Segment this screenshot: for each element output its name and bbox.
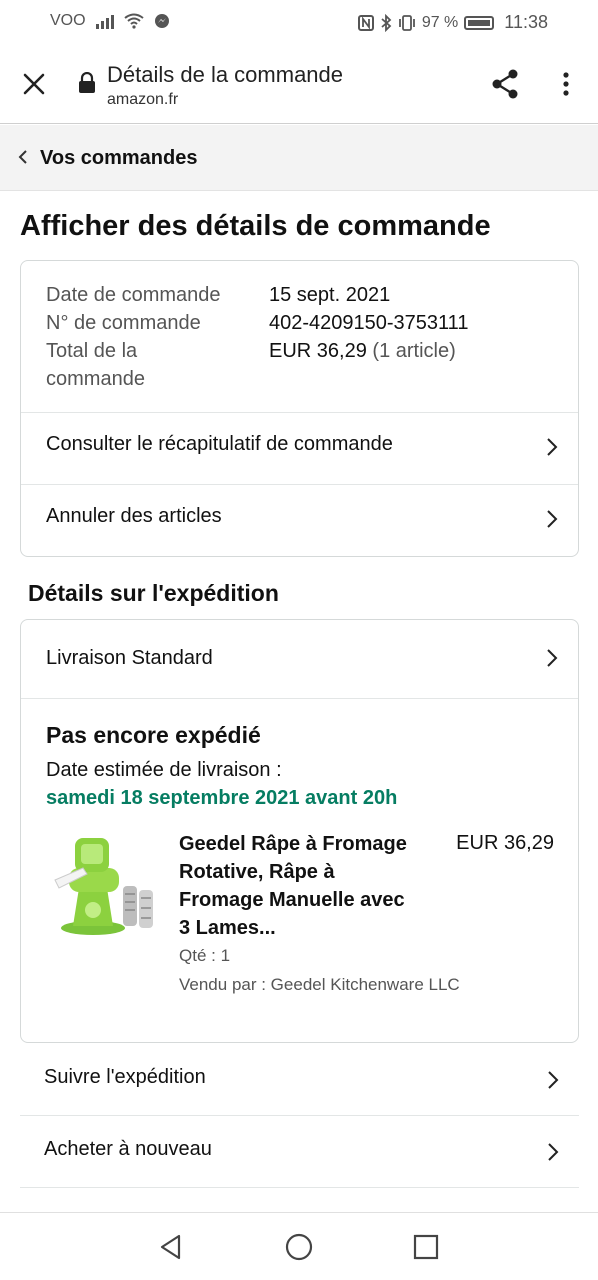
product-title-line: 3 Lames... — [179, 917, 276, 939]
product-price: EUR 36,29 — [456, 832, 554, 854]
nfc-icon — [357, 14, 374, 31]
shipping-method-label: Livraison Standard — [46, 647, 213, 669]
messenger-icon — [154, 14, 169, 28]
divider — [21, 698, 578, 699]
chevron-right-icon — [548, 1143, 559, 1161]
clock: 11:38 — [504, 12, 548, 32]
shipping-method-row[interactable]: Livraison Standard — [21, 620, 578, 698]
status-bar: VOO 97 % 11:38 — [0, 0, 598, 44]
buy-again-row[interactable]: Acheter à nouveau — [20, 1116, 579, 1188]
buy-again-label: Acheter à nouveau — [44, 1138, 212, 1160]
product-seller: Vendu par : Geedel Kitchenware LLC — [179, 975, 460, 994]
track-shipment-row[interactable]: Suivre l'expédition — [20, 1044, 579, 1116]
order-total-label-line1: Total de la — [46, 340, 138, 362]
tab-url: amazon.fr — [107, 91, 179, 108]
battery-percent: 97 % — [421, 13, 459, 31]
view-summary-label: Consulter le récapitulatif de commande — [46, 433, 393, 455]
chevron-right-icon — [547, 438, 558, 456]
product-image[interactable] — [43, 828, 158, 943]
recent-apps-icon[interactable] — [413, 1234, 439, 1260]
custom-tab-header: Détails de la commande amazon.fr — [0, 44, 598, 124]
order-total-value: EUR 36,29 (1 article) — [269, 337, 456, 365]
lock-icon — [79, 72, 95, 93]
more-options-icon[interactable] — [556, 70, 576, 98]
view-summary-row[interactable]: Consulter le récapitulatif de commande — [21, 413, 578, 484]
product-title-line: Rotative, Râpe à — [179, 861, 335, 883]
chevron-right-icon — [548, 1071, 559, 1089]
back-icon[interactable] — [157, 1233, 185, 1261]
order-date-label: Date de commande — [46, 284, 221, 306]
battery-icon — [464, 15, 495, 30]
page-title: Afficher des détails de commande — [20, 210, 491, 242]
cancel-items-label: Annuler des articles — [46, 505, 222, 527]
shipment-status: Pas encore expédié — [46, 722, 261, 748]
shipping-section-title: Détails sur l'expédition — [28, 580, 279, 606]
product-title-line: Fromage Manuelle avec — [179, 889, 405, 911]
product-title[interactable]: Geedel Râpe à Fromage Rotative, Râpe à F… — [179, 830, 429, 942]
estimated-delivery-label: Date estimée de livraison : — [46, 759, 282, 781]
order-item-count: (1 article) — [372, 340, 456, 362]
chevron-left-icon — [18, 150, 27, 164]
signal-icon — [95, 13, 114, 29]
product-title-line: Geedel Râpe à Fromage — [179, 833, 407, 855]
breadcrumb-label[interactable]: Vos commandes — [40, 147, 197, 170]
breadcrumb[interactable]: Vos commandes — [0, 125, 598, 191]
track-shipment-label: Suivre l'expédition — [44, 1066, 206, 1088]
chevron-right-icon — [547, 510, 558, 528]
order-total-label-line2: commande — [46, 368, 145, 390]
vibrate-icon — [398, 14, 415, 31]
home-icon[interactable] — [285, 1233, 313, 1261]
chevron-right-icon — [547, 649, 558, 667]
order-summary-card: Date de commande 15 sept. 2021 N° de com… — [20, 260, 579, 557]
estimated-delivery-date: samedi 18 septembre 2021 avant 20h — [46, 787, 398, 809]
tab-title: Détails de la commande — [107, 62, 344, 87]
carrier-label: VOO — [50, 12, 86, 29]
order-total-amount: EUR 36,29 — [269, 340, 367, 362]
order-date-value: 15 sept. 2021 — [269, 284, 391, 306]
order-number-label: N° de commande — [46, 312, 201, 334]
product-quantity: Qté : 1 — [179, 946, 231, 965]
system-nav-bar — [0, 1212, 598, 1280]
wifi-icon — [123, 13, 144, 29]
shipping-card: Livraison Standard Pas encore expédié Da… — [20, 619, 579, 1043]
cancel-items-row[interactable]: Annuler des articles — [21, 485, 578, 557]
close-icon[interactable] — [20, 70, 48, 98]
bluetooth-icon — [381, 13, 392, 32]
share-icon[interactable] — [490, 68, 520, 100]
order-number-value: 402-4209150-3753111 — [269, 312, 469, 334]
